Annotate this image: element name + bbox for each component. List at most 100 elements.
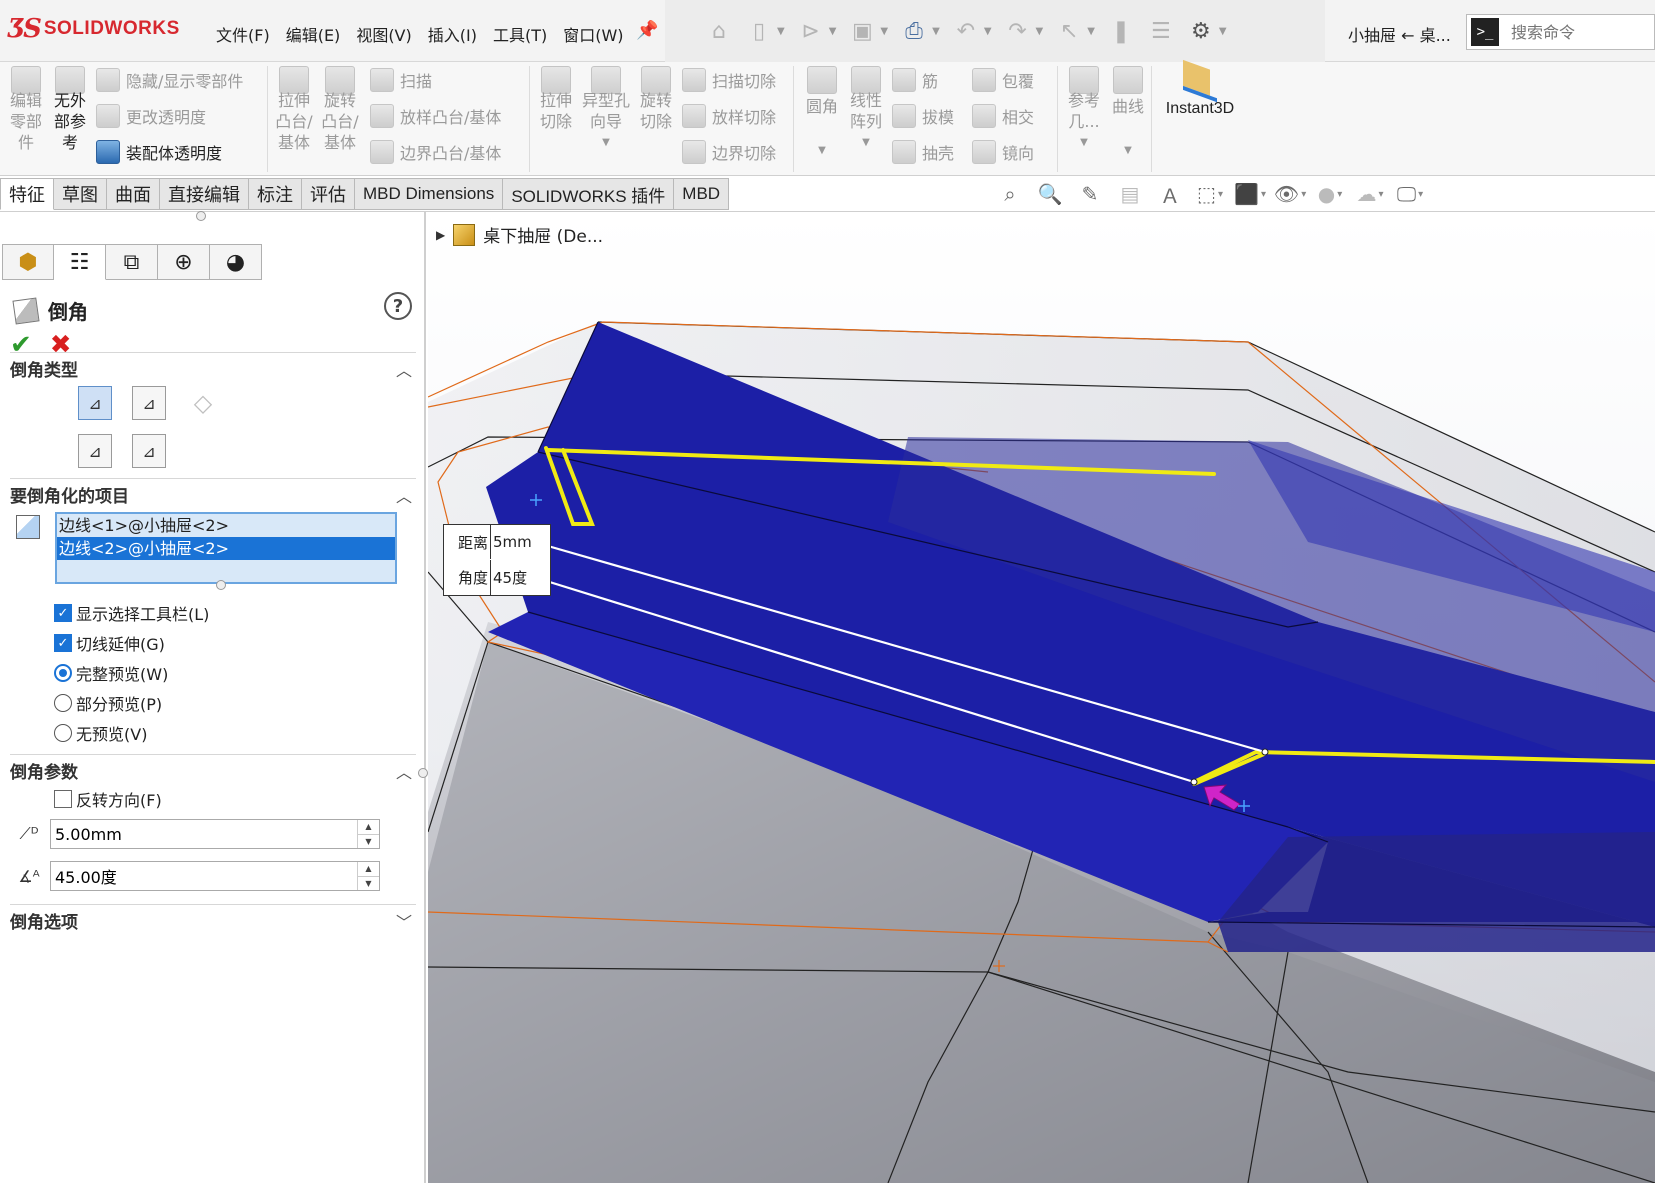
boundary-boss-button[interactable]: 边界凸台/基体	[370, 138, 501, 166]
reverse-direction-checkbox[interactable]	[54, 790, 72, 808]
wrap-button[interactable]: 包覆	[972, 66, 1034, 94]
instant3d-button[interactable]: Instant3D	[1160, 59, 1240, 118]
menu-file[interactable]: 文件(F)	[216, 22, 270, 46]
angle-distance-chamfer-icon[interactable]: ⊿	[78, 386, 112, 420]
linear-pattern-button[interactable]: 线性 阵列 ▼	[844, 66, 888, 154]
callout-angle-value[interactable]: 45度	[491, 567, 527, 588]
previous-view-icon[interactable]: ✎	[1076, 180, 1104, 208]
apply-scene-icon[interactable]: ☁	[1356, 180, 1384, 208]
view-settings-icon[interactable]: 🖵	[1396, 180, 1424, 208]
file-properties-icon[interactable]: ☰	[1147, 17, 1175, 45]
pane-resize-handle[interactable]	[418, 768, 428, 778]
options-gear-icon[interactable]: ⚙	[1187, 17, 1215, 45]
revolve-cut-button[interactable]: 旋转 切除	[634, 66, 678, 132]
angle-increment-icon[interactable]: ▲	[358, 862, 379, 877]
sweep-cut-button[interactable]: 扫描切除	[682, 66, 776, 94]
fillet-dropdown-icon[interactable]: ▼	[800, 140, 844, 162]
expand-arrow-icon[interactable]: ▶	[436, 228, 445, 242]
curves-button[interactable]: 曲线 ▼	[1106, 66, 1150, 162]
tab-surfaces[interactable]: 曲面	[107, 178, 160, 210]
save-icon[interactable]: ▣	[848, 17, 876, 45]
fillet-button[interactable]: 圆角 ▼	[800, 66, 844, 162]
display-style-icon[interactable]: ⬛	[1234, 180, 1264, 208]
angle-decrement-icon[interactable]: ▼	[358, 877, 379, 891]
reference-geometry-dropdown-icon[interactable]: ▼	[1062, 132, 1106, 154]
angle-input[interactable]	[51, 862, 357, 890]
new-document-icon[interactable]: ▯	[745, 17, 773, 45]
change-transparency-button[interactable]: 更改透明度	[96, 102, 206, 130]
home-icon[interactable]: ⌂	[705, 17, 733, 45]
menu-insert[interactable]: 插入(I)	[428, 22, 477, 46]
rib-button[interactable]: 筋	[892, 66, 938, 94]
face-face-chamfer-icon[interactable]: ⊿	[132, 434, 166, 468]
view-orientation-icon[interactable]: ⬚	[1196, 180, 1224, 208]
show-selection-toolbar-option[interactable]: ✓ 显示选择工具栏(L)	[54, 602, 209, 624]
chamfer-parameters-section[interactable]: 倒角参数 ︿	[10, 754, 416, 783]
tab-mbd[interactable]: MBD	[674, 178, 730, 210]
chamfer-type-section[interactable]: 倒角类型 ︿	[10, 352, 416, 381]
expand-chevron-icon[interactable]: ﹀	[396, 909, 412, 933]
hide-show-components-button[interactable]: 隐藏/显示零部件	[96, 66, 243, 94]
tangent-propagation-checkbox[interactable]: ✓	[54, 634, 72, 652]
callout-distance-value[interactable]: 5mm	[491, 533, 532, 551]
no-external-refs-button[interactable]: 无外 部参 考	[48, 66, 92, 153]
reverse-direction-option[interactable]: 反转方向(F)	[54, 788, 162, 810]
tab-evaluate[interactable]: 评估	[302, 178, 355, 210]
tab-sketch[interactable]: 草图	[54, 178, 107, 210]
full-preview-radio[interactable]	[54, 664, 72, 682]
panel-splitter-handle[interactable]	[196, 211, 206, 221]
no-preview-option[interactable]: 无预览(V)	[54, 722, 147, 744]
distance-distance-chamfer-icon[interactable]: ⊿	[132, 386, 166, 420]
solidworks-logo[interactable]: ƷS SOLIDWORKS	[8, 14, 180, 44]
shell-button[interactable]: 抽壳	[892, 138, 954, 166]
partial-preview-option[interactable]: 部分预览(P)	[54, 692, 162, 714]
extrude-cut-button[interactable]: 拉伸 切除	[534, 66, 578, 132]
tab-markup[interactable]: 标注	[249, 178, 302, 210]
show-selection-toolbar-checkbox[interactable]: ✓	[54, 604, 72, 622]
boundary-cut-button[interactable]: 边界切除	[682, 138, 776, 166]
print-icon[interactable]: ⎙	[900, 17, 928, 45]
revolve-boss-button[interactable]: 旋转 凸台/ 基体	[318, 66, 362, 153]
list-item[interactable]: 边线<1>@小抽屉<2>	[57, 514, 395, 537]
hole-wizard-button[interactable]: 异型孔 向导 ▼	[580, 66, 632, 154]
select-cursor-icon[interactable]: ↖	[1055, 17, 1083, 45]
distance-input[interactable]	[51, 820, 357, 848]
loft-boss-button[interactable]: 放样凸台/基体	[370, 102, 501, 130]
distance-decrement-icon[interactable]: ▼	[358, 835, 379, 849]
partial-preview-radio[interactable]	[54, 694, 72, 712]
zoom-to-fit-icon[interactable]: ⌕	[996, 180, 1024, 208]
section-view-icon[interactable]: ▤	[1116, 180, 1144, 208]
items-to-chamfer-section[interactable]: 要倒角化的项目 ︿	[10, 478, 416, 507]
search-commands-input[interactable]	[1511, 22, 1641, 42]
dynamic-annotation-icon[interactable]: Ａ	[1156, 180, 1184, 208]
zoom-to-area-icon[interactable]: 🔍	[1036, 180, 1064, 208]
linear-pattern-dropdown-icon[interactable]: ▼	[844, 132, 888, 154]
list-resize-handle[interactable]	[216, 580, 226, 590]
rebuild-icon[interactable]: ❚	[1107, 17, 1135, 45]
graphics-viewport[interactable]: ▶ 桌下抽屉 (De... 距离 5mm 角度 45度	[428, 212, 1655, 1183]
pin-menu-icon[interactable]: 📌	[636, 20, 658, 41]
menu-edit[interactable]: 编辑(E)	[286, 22, 341, 46]
full-preview-option[interactable]: 完整预览(W)	[54, 662, 168, 684]
dimxpert-manager-tab-icon[interactable]: ⊕	[158, 244, 210, 280]
list-item[interactable]: 边线<2>@小抽屉<2>	[57, 537, 395, 560]
undo-icon[interactable]: ↶	[952, 17, 980, 45]
open-folder-icon[interactable]: ⊳	[797, 17, 825, 45]
menu-window[interactable]: 窗口(W)	[563, 22, 623, 46]
collapse-chevron-icon[interactable]: ︿	[396, 759, 412, 783]
chamfer-dimension-callout[interactable]: 距离 5mm 角度 45度	[443, 524, 551, 596]
tab-solidworks-addins[interactable]: SOLIDWORKS 插件	[503, 178, 675, 210]
mirror-button[interactable]: 镜向	[972, 138, 1034, 166]
redo-icon[interactable]: ↷	[1004, 17, 1032, 45]
loft-cut-button[interactable]: 放样切除	[682, 102, 776, 130]
edit-appearance-icon[interactable]: ●	[1316, 180, 1344, 208]
intersect-button[interactable]: 相交	[972, 102, 1034, 130]
edge-handle-point[interactable]	[1190, 778, 1198, 786]
configuration-manager-tab-icon[interactable]: ⧉	[106, 244, 158, 280]
edge-handle-point[interactable]	[1261, 748, 1269, 756]
assembly-transparency-button[interactable]: 装配体透明度	[96, 138, 222, 166]
tangent-propagation-option[interactable]: ✓ 切线延伸(G)	[54, 632, 165, 654]
chamfer-options-section[interactable]: 倒角选项 ﹀	[10, 904, 416, 933]
draft-button[interactable]: 拔模	[892, 102, 954, 130]
feature-tree-flyout[interactable]: ▶ 桌下抽屉 (De...	[436, 222, 603, 247]
